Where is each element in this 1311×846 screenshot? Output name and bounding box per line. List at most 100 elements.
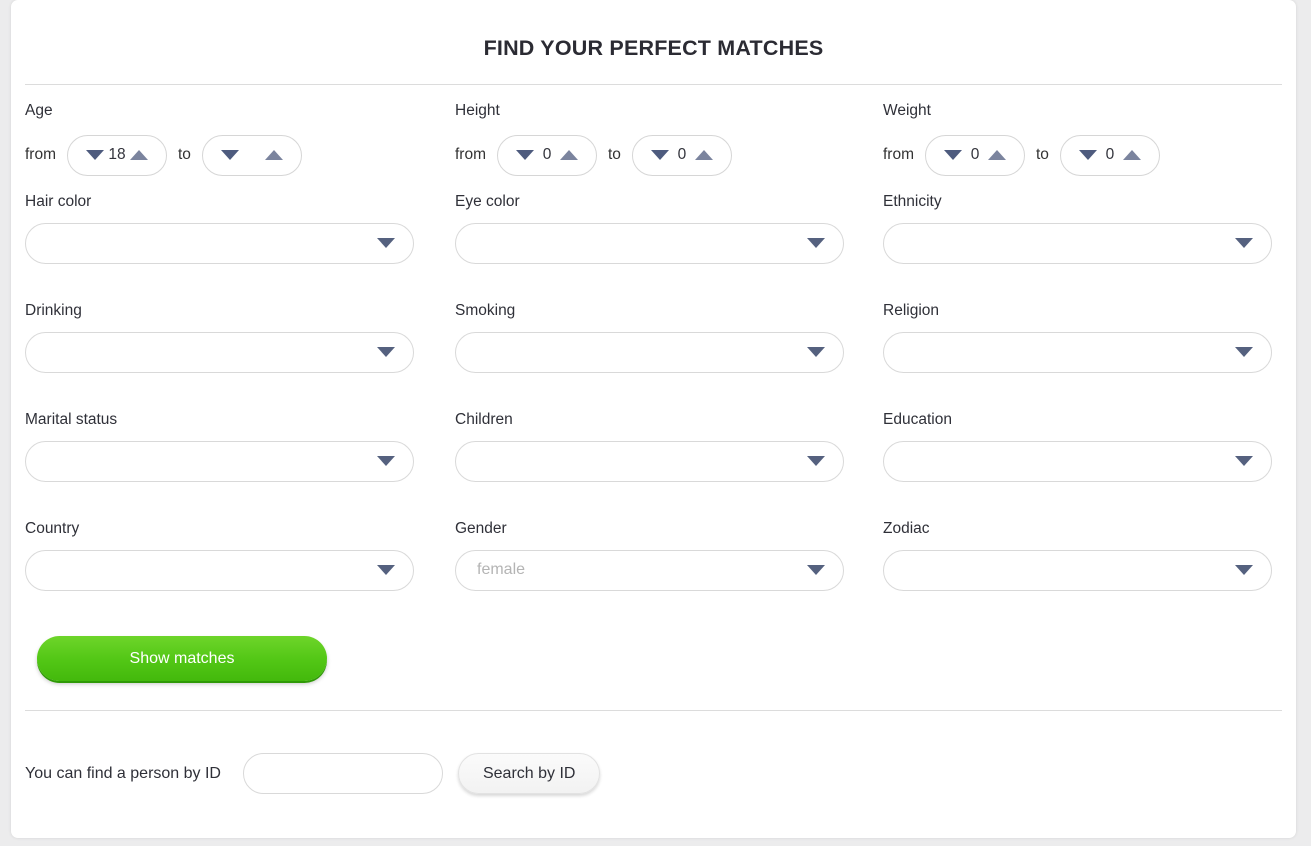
country-select[interactable] [25, 549, 414, 591]
drinking-select[interactable] [25, 331, 414, 373]
age-label: Age [25, 102, 53, 119]
chevron-down-icon[interactable] [807, 238, 825, 248]
weight-to-word: to [1036, 146, 1049, 163]
marital-status-field: Marital status [25, 412, 455, 498]
age-from-value: 18 [108, 146, 126, 163]
select-row-2: Drinking Smoking Religion [25, 303, 1282, 389]
marital-status-select[interactable] [25, 440, 414, 482]
eye-color-label: Eye color [455, 193, 520, 210]
children-label: Children [455, 411, 513, 428]
height-from-value: 0 [542, 146, 552, 163]
education-select[interactable] [883, 440, 1272, 482]
age-from-spinner[interactable]: 18 [67, 134, 167, 176]
height-from-word: from [455, 146, 486, 163]
triangle-down-icon[interactable] [86, 150, 104, 160]
age-to-word: to [178, 146, 191, 163]
zodiac-label: Zodiac [883, 520, 930, 537]
chevron-down-icon[interactable] [377, 347, 395, 357]
triangle-up-icon[interactable] [694, 150, 713, 160]
ethnicity-field: Ethnicity [883, 194, 1280, 280]
select-row-4: Country Gender female Zodiac [25, 521, 1282, 607]
page-title: FIND YOUR PERFECT MATCHES [483, 36, 824, 60]
children-select[interactable] [455, 440, 844, 482]
weight-label: Weight [883, 102, 931, 119]
zodiac-select[interactable] [883, 549, 1272, 591]
weight-from-word: from [883, 146, 914, 163]
triangle-down-icon[interactable] [220, 150, 239, 160]
triangle-up-icon[interactable] [1122, 150, 1141, 160]
chevron-down-icon[interactable] [1235, 456, 1253, 466]
chevron-down-icon[interactable] [377, 238, 395, 248]
age-from-word: from [25, 146, 56, 163]
triangle-down-icon[interactable] [516, 150, 534, 160]
smoking-field: Smoking [455, 303, 883, 389]
footer-divider [25, 710, 1282, 711]
weight-to-value: 0 [1105, 146, 1115, 163]
hair-color-select[interactable] [25, 222, 414, 264]
search-form-card: FIND YOUR PERFECT MATCHES Age from 18 to [11, 0, 1296, 838]
gender-select[interactable]: female [455, 549, 844, 591]
weight-from-value: 0 [970, 146, 980, 163]
gender-value: female [477, 561, 526, 578]
chevron-down-icon[interactable] [1235, 238, 1253, 248]
country-field: Country [25, 521, 455, 607]
chevron-down-icon[interactable] [377, 565, 395, 575]
triangle-up-icon[interactable] [560, 150, 578, 160]
hair-color-field: Hair color [25, 194, 455, 280]
find-by-id-row: You can find a person by ID Search by ID [11, 753, 1296, 794]
drinking-field: Drinking [25, 303, 455, 389]
children-field: Children [455, 412, 883, 498]
religion-select[interactable] [883, 331, 1272, 373]
gender-label: Gender [455, 520, 507, 537]
zodiac-field: Zodiac [883, 521, 1280, 607]
triangle-up-icon[interactable] [988, 150, 1006, 160]
search-by-id-button[interactable]: Search by ID [457, 753, 601, 794]
drinking-label: Drinking [25, 302, 82, 319]
hair-color-label: Hair color [25, 193, 92, 210]
height-to-spinner[interactable]: 0 [631, 134, 732, 176]
select-row-3: Marital status Children Education [25, 412, 1282, 498]
religion-field: Religion [883, 303, 1280, 389]
eye-color-select[interactable] [455, 222, 844, 264]
height-label: Height [455, 102, 500, 119]
chevron-down-icon[interactable] [377, 456, 395, 466]
ethnicity-label: Ethnicity [883, 193, 942, 210]
range-filters-row: Age from 18 to Height from 0 to 0 Weight… [25, 102, 1282, 176]
weight-range-field: Weight from 0 to 0 [883, 102, 1280, 176]
smoking-label: Smoking [455, 302, 516, 319]
triangle-up-icon[interactable] [264, 150, 283, 160]
age-to-spinner[interactable] [201, 134, 302, 176]
chevron-down-icon[interactable] [1235, 565, 1253, 575]
ethnicity-select[interactable] [883, 222, 1272, 264]
find-by-id-label: You can find a person by ID [25, 764, 221, 782]
match-filter-form: Age from 18 to Height from 0 to 0 Weight… [11, 103, 1296, 681]
height-to-word: to [608, 146, 621, 163]
height-range-field: Height from 0 to 0 [455, 102, 883, 176]
marital-status-label: Marital status [25, 411, 118, 428]
chevron-down-icon[interactable] [807, 565, 825, 575]
religion-label: Religion [883, 302, 940, 319]
header-divider [25, 84, 1282, 85]
education-field: Education [883, 412, 1280, 498]
person-id-input[interactable] [242, 753, 443, 794]
weight-from-spinner[interactable]: 0 [925, 134, 1025, 176]
education-label: Education [883, 411, 952, 428]
age-range-field: Age from 18 to [25, 102, 455, 176]
height-to-value: 0 [677, 146, 687, 163]
weight-to-spinner[interactable]: 0 [1059, 134, 1160, 176]
height-from-spinner[interactable]: 0 [497, 134, 597, 176]
eye-color-field: Eye color [455, 194, 883, 280]
chevron-down-icon[interactable] [807, 456, 825, 466]
select-row-1: Hair color Eye color Ethnicity [25, 194, 1282, 280]
show-matches-button[interactable]: Show matches [37, 636, 327, 681]
chevron-down-icon[interactable] [1235, 347, 1253, 357]
smoking-select[interactable] [455, 331, 844, 373]
triangle-down-icon[interactable] [944, 150, 962, 160]
submit-area: Show matches [25, 636, 1282, 681]
triangle-up-icon[interactable] [130, 150, 148, 160]
chevron-down-icon[interactable] [807, 347, 825, 357]
triangle-down-icon[interactable] [1078, 150, 1097, 160]
triangle-down-icon[interactable] [650, 150, 669, 160]
country-label: Country [25, 520, 80, 537]
gender-field: Gender female [455, 521, 883, 607]
